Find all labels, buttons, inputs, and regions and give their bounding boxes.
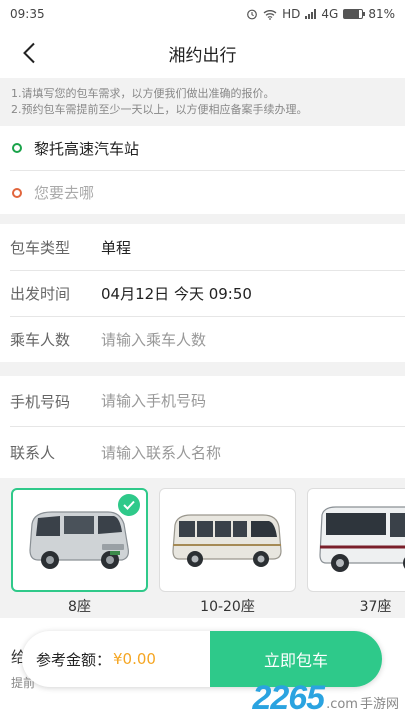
contact-name-row: 联系人 [10,426,405,478]
wifi-icon [263,9,277,20]
signal-icon [305,9,317,19]
phone-row: 手机号码 [10,376,405,426]
passengers-input[interactable] [101,330,381,349]
cellular-label: 4G [321,7,339,21]
contact-name-label: 联系人 [10,444,56,462]
watermark-logo: 2265 .com 手游网 [252,679,399,718]
vehicle-label: 10-20座 [200,599,255,615]
vehicle-selector: 8座 10-20座 37座 [0,478,405,618]
contact-section: 手机号码 联系人 [0,376,405,478]
destination-dot-icon [12,187,22,198]
notice-line-2: 2.预约包车需提前至少一天以上，以方便相应备案手续办理。 [11,103,308,116]
network-hd-label: HD [282,7,301,21]
section-divider [0,362,405,376]
alarm-icon [246,8,258,20]
battery-icon [343,9,366,19]
passengers-label: 乘车人数 [10,331,71,349]
contact-name-input[interactable] [101,443,381,462]
battery-percent: 81% [368,7,395,21]
watermark-number: 2265 [252,679,325,717]
location-section: 黎托高速汽车站 您要去哪 [0,126,405,214]
start-location-row[interactable]: 黎托高速汽车站 [10,126,405,170]
charter-type-label: 包车类型 [10,238,71,257]
status-bar: 09:35 HD 4G 81% [0,0,405,28]
watermark-suffix: .com [326,697,358,712]
section-divider [0,214,405,224]
start-location: 黎托高速汽车站 [34,139,140,158]
back-button[interactable] [14,38,44,68]
nav-bar: 湘约出行 [0,28,405,78]
selected-check-icon [118,494,140,516]
coach-bus-icon [318,506,405,572]
booking-notice: 1.请填写您的包车需求，以方便我们做出准确的报价。 2.预约包车需提前至少一天以… [0,78,405,126]
status-icons: HD 4G 81% [246,7,395,21]
vehicle-option: 37座 [307,488,405,618]
minivan-icon [28,511,129,569]
start-dot-icon [12,143,22,153]
notice-line-1: 1.请填写您的包车需求，以方便我们做出准确的报价。 [11,87,275,100]
price-summary: 参考金额： ¥0.00 [22,631,210,687]
passengers-row: 乘车人数 [10,316,405,362]
vehicle-card-37-seat[interactable] [307,488,405,592]
vehicle-card-8-seat[interactable] [11,488,148,592]
phone-input[interactable] [101,392,381,410]
vehicle-label: 8座 [68,599,91,615]
destination-row[interactable]: 您要去哪 [10,170,405,214]
price-label: 参考金额： [36,650,112,669]
trip-section: 包车类型 单程 出发时间 04月12日 今天 09:50 乘车人数 [0,224,405,362]
chevron-left-icon [23,42,35,64]
vehicle-option: 10-20座 [159,488,296,618]
vehicle-option: 8座 [11,488,148,618]
status-time: 09:35 [10,7,45,21]
phone-label: 手机号码 [10,392,71,411]
price-value: ¥0.00 [113,650,156,668]
vehicle-label: 37座 [359,599,392,615]
charter-type-value: 单程 [101,238,132,257]
watermark-text: 手游网 [359,697,399,712]
departure-time-value: 04月12日 今天 09:50 [101,285,252,303]
departure-time-label: 出发时间 [10,285,71,303]
departure-time-row[interactable]: 出发时间 04月12日 今天 09:50 [10,270,405,316]
minibus-icon [171,514,282,567]
vehicle-card-10-20-seat[interactable] [159,488,296,592]
destination-placeholder: 您要去哪 [34,184,95,202]
charter-type-row[interactable]: 包车类型 单程 [10,224,405,270]
page-title: 湘约出行 [168,45,237,66]
